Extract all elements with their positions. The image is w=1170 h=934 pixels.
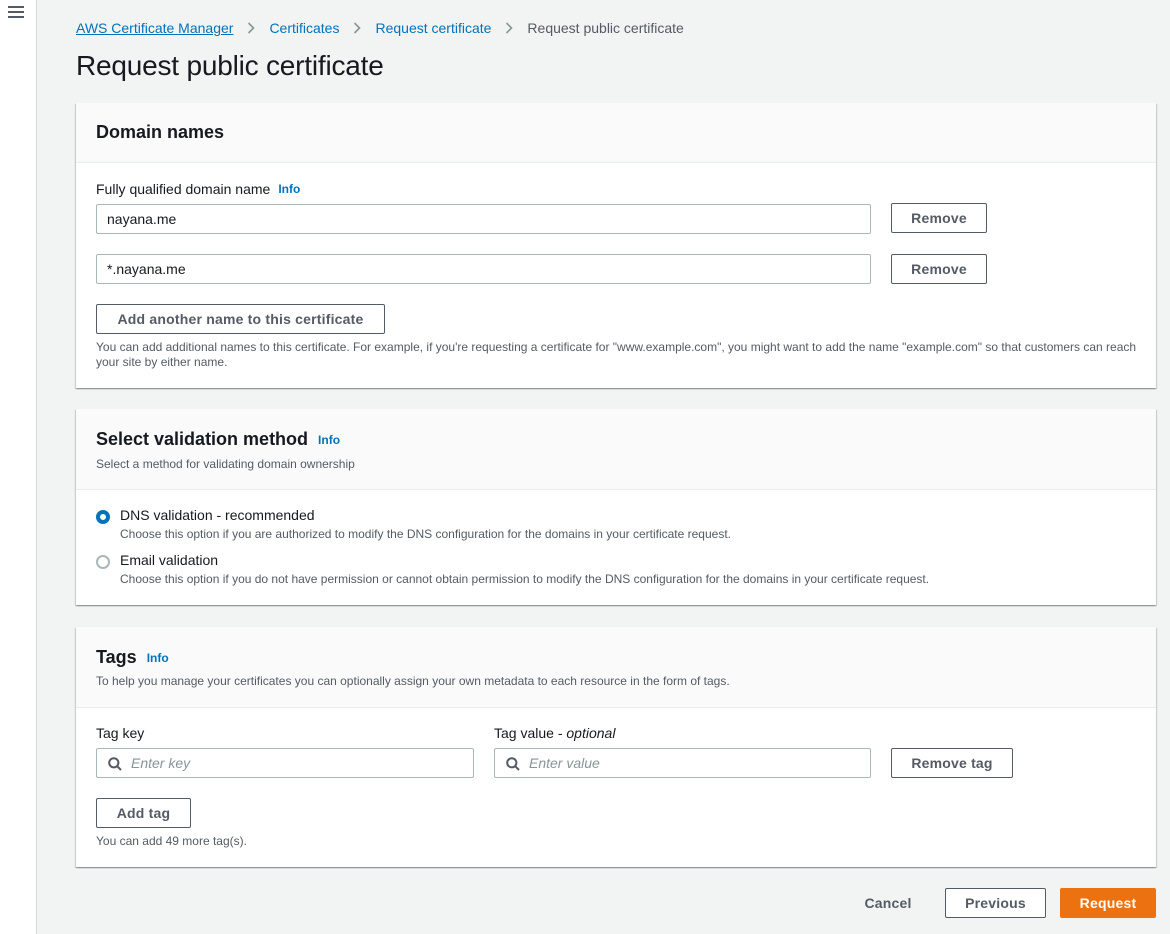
cancel-button[interactable]: Cancel [850, 888, 926, 918]
side-navigation [0, 0, 37, 934]
validation-title: Select validation method [96, 429, 309, 449]
add-tag-button[interactable]: Add tag [96, 798, 191, 828]
search-icon [108, 757, 122, 771]
request-button[interactable]: Request [1060, 888, 1156, 918]
chevron-right-icon [353, 22, 362, 34]
remove-domain-button-2[interactable]: Remove [891, 254, 987, 284]
email-validation-description: Choose this option if you do not have pe… [120, 572, 930, 586]
breadcrumb: AWS Certificate Manager Certificates Req… [76, 19, 684, 37]
validation-header: Select validation method Info Select a m… [76, 409, 1156, 490]
email-validation-label[interactable]: Email validation [120, 552, 218, 568]
validation-description: Select a method for validating domain ow… [96, 457, 355, 471]
domain-name-input-1[interactable]: nayana.me [96, 204, 871, 234]
dns-validation-label[interactable]: DNS validation - recommended [120, 507, 315, 523]
fqdn-info-link[interactable]: Info [278, 182, 300, 196]
chevron-right-icon [247, 22, 256, 34]
previous-button[interactable]: Previous [945, 888, 1046, 918]
tag-key-input[interactable]: Enter key [96, 748, 474, 778]
tag-value-input[interactable]: Enter value [494, 748, 871, 778]
tag-value-label-text: Tag value [494, 725, 554, 741]
tag-key-label: Tag key [96, 725, 145, 741]
tag-key-placeholder: Enter key [131, 755, 191, 771]
remove-domain-button-1[interactable]: Remove [891, 203, 987, 233]
breadcrumb-acm[interactable]: AWS Certificate Manager [76, 20, 233, 36]
tags-header: Tags Info To help you manage your certif… [76, 627, 1156, 708]
domain-names-header: Domain names [76, 103, 1156, 163]
page-title: Request public certificate [76, 50, 384, 81]
add-name-help-text: You can add additional names to this cer… [96, 340, 1137, 369]
email-validation-radio[interactable] [96, 555, 110, 569]
dns-validation-radio[interactable] [96, 510, 110, 524]
fqdn-label: Fully qualified domain name [96, 181, 271, 197]
tags-title: Tags [96, 647, 137, 667]
remove-tag-button[interactable]: Remove tag [891, 748, 1013, 778]
domain-names-title: Domain names [96, 122, 225, 142]
breadcrumb-request-certificate[interactable]: Request certificate [375, 20, 491, 36]
dns-validation-description: Choose this option if you are authorized… [120, 527, 731, 541]
tags-description: To help you manage your certificates you… [96, 674, 730, 688]
tags-remaining-text: You can add 49 more tag(s). [96, 834, 247, 848]
tags-panel: Tags Info To help you manage your certif… [76, 627, 1156, 867]
search-icon [506, 757, 520, 771]
breadcrumb-current: Request public certificate [527, 20, 684, 36]
domain-name-input-2[interactable]: *.nayana.me [96, 254, 871, 284]
domain-names-panel: Domain names Fully qualified domain name… [76, 103, 1156, 388]
domain-name-value-1: nayana.me [107, 211, 177, 227]
tags-info-link[interactable]: Info [147, 651, 169, 665]
breadcrumb-certificates[interactable]: Certificates [269, 20, 339, 36]
tag-value-placeholder: Enter value [529, 755, 600, 771]
tag-value-label: Tag value - optional [494, 725, 616, 741]
menu-icon[interactable] [8, 6, 24, 20]
validation-info-link[interactable]: Info [318, 433, 340, 447]
domain-name-value-2: *.nayana.me [107, 261, 186, 277]
add-another-name-button[interactable]: Add another name to this certificate [96, 304, 385, 334]
chevron-right-icon [505, 22, 514, 34]
tag-value-optional: optional [566, 725, 616, 741]
validation-method-panel: Select validation method Info Select a m… [76, 409, 1156, 605]
